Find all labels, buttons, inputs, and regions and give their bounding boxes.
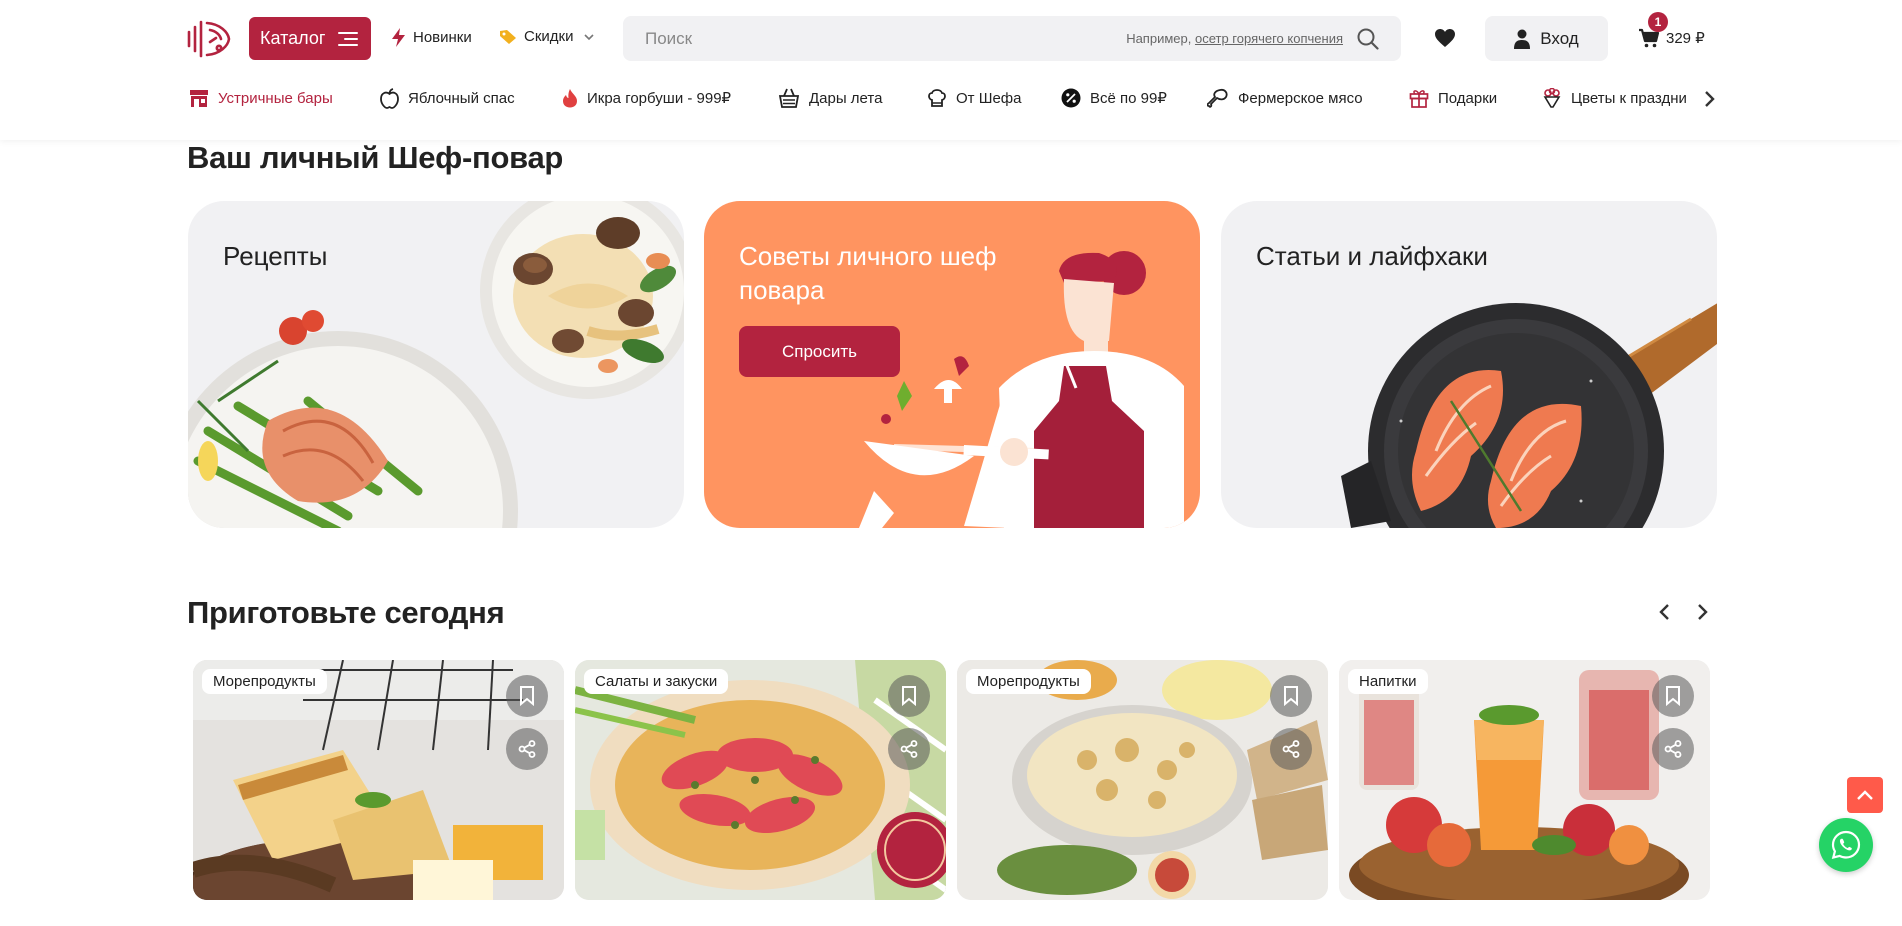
search-hint: Например, осетр горячего копчения	[1126, 31, 1343, 46]
flower-bouquet-icon	[1543, 88, 1561, 108]
discounts-dropdown[interactable]: Скидки	[499, 28, 595, 45]
recipe-category-tag: Напитки	[1348, 669, 1428, 694]
promo-item-from-chef[interactable]: От Шефа	[927, 86, 1021, 110]
promo-item-label: Дары лета	[809, 89, 883, 107]
meat-leg-icon	[1207, 88, 1228, 108]
promo-item-label: Всё по 99₽	[1090, 90, 1167, 107]
promo-item-label: Цветы к праздни	[1571, 89, 1687, 107]
search-icon[interactable]	[1357, 28, 1379, 50]
promo-item-label: Устричные бары	[218, 89, 333, 107]
bookmark-icon[interactable]	[506, 675, 548, 717]
recipe-card[interactable]: Салаты и закуски	[575, 660, 946, 900]
promo-category-nav: Устричные бары Яблочный спас Икра горбуш…	[186, 86, 1716, 112]
chef-section-title: Ваш личный Шеф-повар	[187, 140, 564, 175]
menu-burger-icon	[338, 31, 358, 46]
login-button[interactable]: Вход	[1485, 16, 1608, 61]
chevron-up-icon	[1857, 790, 1873, 800]
search-hint-example-link[interactable]: осетр горячего копчения	[1195, 31, 1343, 46]
whatsapp-chat-button[interactable]	[1819, 818, 1873, 872]
promo-item-all-99[interactable]: Всё по 99₽	[1061, 86, 1167, 110]
carousel-prev-arrow-icon[interactable]	[1655, 600, 1675, 624]
favorites-heart-icon[interactable]	[1434, 28, 1456, 48]
search-bar: Например, осетр горячего копчения	[623, 16, 1401, 61]
articles-card[interactable]: Статьи и лайфхаки	[1221, 201, 1717, 528]
cart-total: 329 ₽	[1666, 30, 1705, 47]
carousel-next-arrow-icon[interactable]	[1692, 600, 1712, 624]
promo-item-holiday-flowers[interactable]: Цветы к праздни	[1542, 86, 1687, 110]
user-icon	[1514, 29, 1531, 49]
cart-button[interactable]: 329 ₽	[1638, 28, 1705, 48]
promo-item-farm-meat[interactable]: Фермерское мясо	[1207, 86, 1363, 110]
recipe-card[interactable]: Морепродукты	[957, 660, 1328, 900]
recipe-card[interactable]: Напитки	[1339, 660, 1710, 900]
flame-icon	[563, 89, 577, 108]
gift-icon	[1409, 90, 1429, 108]
share-icon[interactable]	[1652, 728, 1694, 770]
apple-icon	[380, 87, 399, 109]
promo-item-caviar[interactable]: Икра горбуши - 999₽	[562, 86, 731, 110]
cook-today-title: Приготовьте сегодня	[187, 595, 505, 630]
bookmark-icon[interactable]	[888, 675, 930, 717]
chef-advice-card-title: Советы личного шеф повара	[739, 241, 997, 305]
catalog-button-label: Каталог	[260, 28, 326, 48]
whatsapp-icon	[1831, 830, 1861, 860]
scroll-to-top-button[interactable]	[1847, 777, 1883, 813]
share-icon[interactable]	[1270, 728, 1312, 770]
brand-fish-logo-icon[interactable]	[186, 16, 232, 62]
share-icon[interactable]	[888, 728, 930, 770]
ask-chef-button[interactable]: Спросить	[739, 326, 900, 377]
novelties-link[interactable]: Новинки	[391, 28, 472, 47]
cart-count-badge: 1	[1648, 12, 1668, 32]
store-icon	[190, 90, 208, 107]
search-hint-prefix: Например,	[1126, 31, 1195, 46]
promo-item-label: Икра горбуши - 999₽	[587, 90, 732, 107]
promo-item-label: Подарки	[1438, 89, 1498, 107]
lightning-icon	[392, 28, 405, 47]
promo-item-label: От Шефа	[956, 89, 1022, 107]
chef-advice-card[interactable]: Советы личного шеф повара Спросить	[704, 201, 1200, 528]
login-label: Вход	[1540, 28, 1579, 48]
recipe-category-tag: Морепродукты	[966, 669, 1091, 694]
discounts-label: Скидки	[524, 28, 574, 45]
promo-item-label: Фермерское мясо	[1238, 89, 1363, 107]
promo-item-gifts[interactable]: Подарки	[1409, 86, 1497, 110]
promo-item-label: Яблочный спас	[408, 89, 515, 107]
search-input[interactable]	[645, 28, 1085, 49]
share-icon[interactable]	[506, 728, 548, 770]
promo-item-apple-spas[interactable]: Яблочный спас	[380, 86, 515, 110]
recipe-category-tag: Морепродукты	[202, 669, 327, 694]
percent-badge-icon	[1061, 88, 1081, 108]
promo-item-oyster-bars[interactable]: Устричные бары	[189, 86, 333, 110]
novelties-label: Новинки	[413, 29, 472, 46]
promo-nav-next-arrow-icon[interactable]	[1703, 89, 1717, 109]
recipe-category-tag: Салаты и закуски	[584, 669, 729, 694]
bookmark-icon[interactable]	[1652, 675, 1694, 717]
chevron-down-icon	[584, 33, 595, 40]
recipe-card[interactable]: Морепродукты	[193, 660, 564, 900]
chef-hat-icon	[928, 89, 946, 107]
articles-card-title: Статьи и лайфхаки	[1256, 241, 1488, 271]
bookmark-icon[interactable]	[1270, 675, 1312, 717]
discount-tag-icon	[500, 29, 516, 44]
promo-item-summer-gifts[interactable]: Дары лета	[778, 86, 882, 110]
basket-icon	[778, 88, 800, 108]
recipes-card-title: Рецепты	[223, 241, 328, 271]
site-header: Каталог Новинки Скидки Например, осетр г…	[0, 0, 1902, 140]
recipes-card[interactable]: Рецепты	[188, 201, 684, 528]
catalog-button[interactable]: Каталог	[249, 17, 371, 60]
